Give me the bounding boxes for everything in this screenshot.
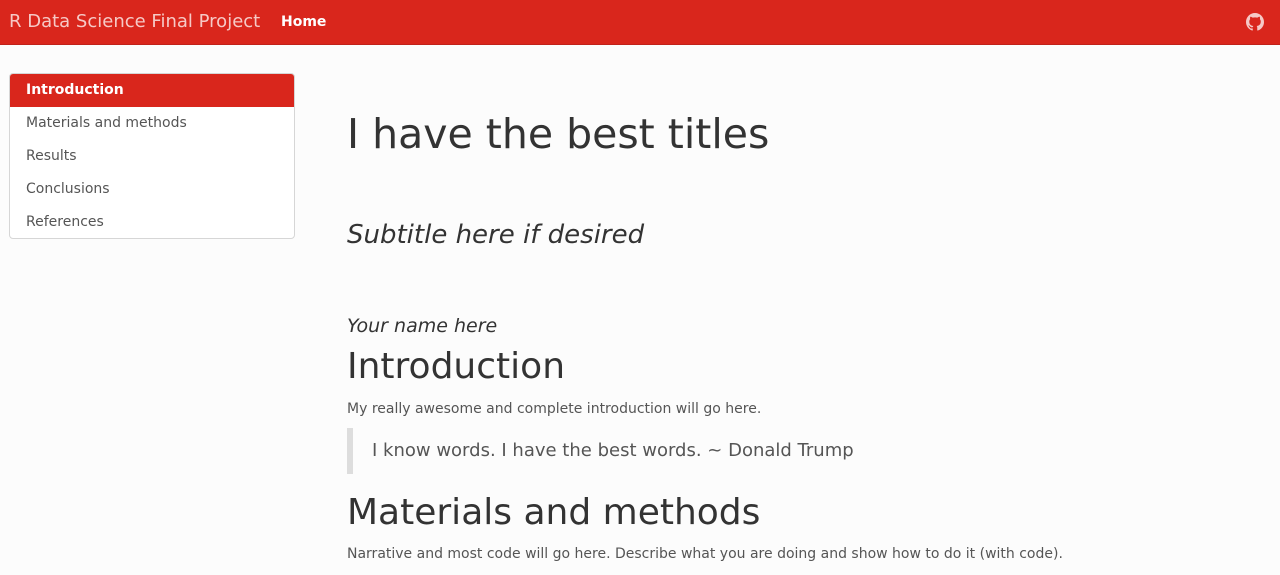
github-icon[interactable] bbox=[1246, 13, 1264, 31]
navbar-brand[interactable]: R Data Science Final Project bbox=[9, 11, 260, 32]
section-heading-introduction: Introduction bbox=[347, 346, 566, 387]
section-heading-materials-and-methods: Materials and methods bbox=[347, 492, 761, 533]
author-name: Your name here bbox=[347, 315, 498, 337]
page-title: I have the best titles bbox=[347, 110, 770, 158]
toc-item-references[interactable]: References bbox=[10, 206, 294, 238]
table-of-contents: Introduction Materials and methods Resul… bbox=[9, 73, 295, 239]
introduction-text: My really awesome and complete introduct… bbox=[347, 401, 762, 417]
nav-link-home[interactable]: Home bbox=[281, 14, 326, 30]
page-subtitle: Subtitle here if desired bbox=[347, 220, 645, 250]
toc-item-introduction[interactable]: Introduction bbox=[10, 74, 294, 107]
materials-and-methods-text: Narrative and most code will go here. De… bbox=[347, 546, 1063, 562]
blockquote: I know words. I have the best words. ~ D… bbox=[347, 428, 854, 474]
toc-item-materials-and-methods[interactable]: Materials and methods bbox=[10, 107, 294, 140]
toc-item-conclusions[interactable]: Conclusions bbox=[10, 173, 294, 206]
top-navbar: R Data Science Final Project Home bbox=[0, 0, 1280, 45]
toc-item-results[interactable]: Results bbox=[10, 140, 294, 173]
